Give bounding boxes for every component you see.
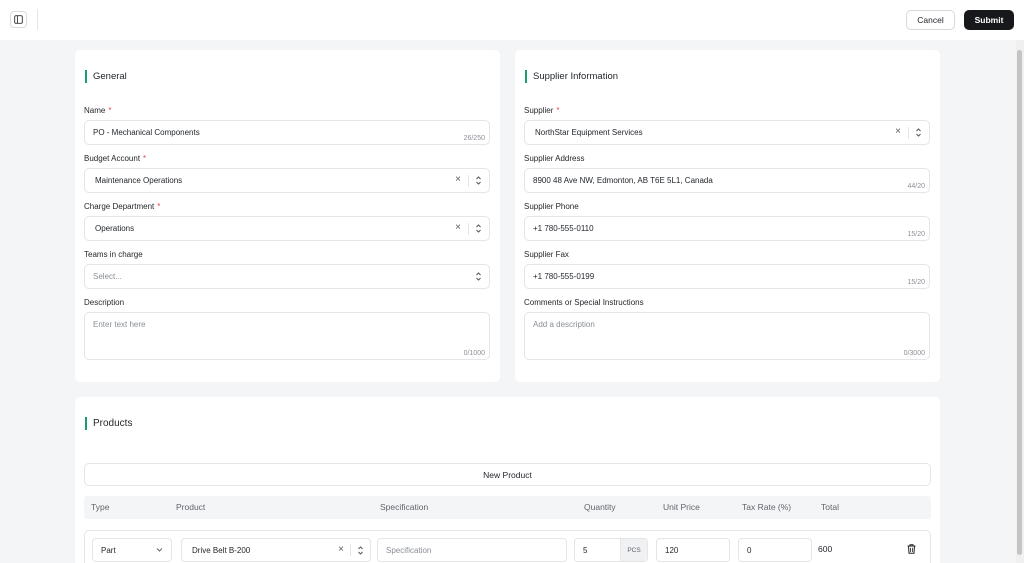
name-counter: 26/250 xyxy=(463,135,485,142)
supplier-phone-label: Supplier Phone xyxy=(524,202,579,211)
name-label: Name * xyxy=(84,106,112,115)
clear-icon[interactable]: × xyxy=(895,127,901,137)
supplier-select[interactable]: NorthStar Equipment Services × xyxy=(524,120,930,145)
budget-account-select[interactable]: Maintenance Operations × xyxy=(84,168,490,193)
required-marker: * xyxy=(108,106,112,115)
supplier-label: Supplier * xyxy=(524,106,560,115)
name-input[interactable]: PO - Mechanical Components 26/250 xyxy=(84,120,490,145)
sidebar-toggle-button[interactable] xyxy=(10,11,27,28)
chevron-updown-icon[interactable] xyxy=(357,544,364,557)
products-table-header: Type Product Specification Quantity Unit… xyxy=(84,496,931,519)
chevron-updown-icon[interactable] xyxy=(475,270,482,283)
charge-department-select[interactable]: Operations × xyxy=(84,216,490,241)
topbar-divider xyxy=(37,9,38,30)
teams-label: Teams in charge xyxy=(84,250,143,259)
cancel-button[interactable]: Cancel xyxy=(906,10,955,30)
chevron-down-icon xyxy=(156,548,163,552)
column-header-unit-price: Unit Price xyxy=(663,502,700,512)
supplier-card: Supplier Information Supplier * NorthStar… xyxy=(515,50,940,382)
supplier-phone-counter: 15/20 xyxy=(907,231,925,238)
specification-input[interactable]: Specification xyxy=(377,538,567,562)
column-header-tax-rate: Tax Rate (%) xyxy=(742,502,792,512)
comments-counter: 0/3000 xyxy=(903,350,925,357)
type-value: Part xyxy=(101,546,116,555)
supplier-fax-input[interactable]: +1 780-555-0199 15/20 xyxy=(524,264,930,289)
unit-price-value: 120 xyxy=(665,546,679,555)
product-select[interactable]: Drive Belt B-200 × xyxy=(181,538,371,562)
supplier-fax-value: +1 780-555-0199 xyxy=(533,272,595,281)
required-marker: * xyxy=(157,202,161,211)
clear-icon[interactable]: × xyxy=(455,223,461,233)
description-label: Description xyxy=(84,298,125,307)
supplier-fax-label: Supplier Fax xyxy=(524,250,569,259)
budget-account-label: Budget Account * xyxy=(84,154,147,163)
products-card: Products New Product Type Product Specif… xyxy=(75,397,940,563)
type-select[interactable]: Part xyxy=(92,538,172,562)
new-product-button[interactable]: New Product xyxy=(84,463,931,486)
total-value: 600 xyxy=(818,544,833,554)
charge-department-value: Operations xyxy=(95,224,135,233)
name-value: PO - Mechanical Components xyxy=(93,128,200,137)
teams-select[interactable]: Select... xyxy=(84,264,490,289)
trash-icon[interactable] xyxy=(907,544,916,554)
teams-placeholder: Select... xyxy=(93,272,122,281)
clear-icon[interactable]: × xyxy=(338,544,344,555)
column-header-specification: Specification xyxy=(380,502,429,512)
general-card: General Name * PO - Mechanical Components… xyxy=(75,50,500,382)
comments-label: Comments or Special Instructions xyxy=(524,298,644,307)
supplier-address-label: Supplier Address xyxy=(524,154,585,163)
clear-icon[interactable]: × xyxy=(455,175,461,185)
general-section-title: General xyxy=(85,70,127,83)
chevron-updown-icon[interactable] xyxy=(475,174,482,187)
product-value: Drive Belt B-200 xyxy=(192,546,251,555)
column-header-quantity: Quantity xyxy=(584,502,616,512)
top-bar: Cancel Submit xyxy=(0,0,1024,40)
quantity-value: 5 xyxy=(583,546,588,555)
scrollbar-thumb[interactable] xyxy=(1017,50,1022,555)
unit-label: PCS xyxy=(620,539,647,561)
required-marker: * xyxy=(556,106,560,115)
comments-placeholder: Add a description xyxy=(533,320,595,329)
description-placeholder: Enter text here xyxy=(93,320,146,329)
supplier-section-title: Supplier Information xyxy=(525,70,618,83)
description-counter: 0/1000 xyxy=(463,350,485,357)
supplier-fax-counter: 15/20 xyxy=(907,279,925,286)
chevron-updown-icon[interactable] xyxy=(475,222,482,235)
tax-rate-value: 0 xyxy=(747,546,752,555)
column-header-product: Product xyxy=(176,502,206,512)
charge-department-label: Charge Department * xyxy=(84,202,161,211)
unit-price-input[interactable]: 120 xyxy=(656,538,730,562)
submit-button[interactable]: Submit xyxy=(964,10,1014,30)
supplier-phone-input[interactable]: +1 780-555-0110 15/20 xyxy=(524,216,930,241)
supplier-address-value: 8900 48 Ave NW, Edmonton, AB T6E 5L1, Ca… xyxy=(533,176,713,185)
chevron-updown-icon[interactable] xyxy=(915,126,922,139)
table-row: Part Drive Belt B-200 × Specification 5 … xyxy=(84,530,931,563)
products-section-title: Products xyxy=(85,417,132,430)
supplier-value: NorthStar Equipment Services xyxy=(535,128,643,137)
supplier-phone-value: +1 780-555-0110 xyxy=(533,224,594,233)
supplier-address-input[interactable]: 8900 48 Ave NW, Edmonton, AB T6E 5L1, Ca… xyxy=(524,168,930,193)
quantity-input[interactable]: 5 PCS xyxy=(574,538,648,562)
specification-placeholder: Specification xyxy=(386,546,432,555)
tax-rate-input[interactable]: 0 xyxy=(738,538,812,562)
sidebar-toggle-icon xyxy=(14,15,23,24)
comments-textarea[interactable]: Add a description 0/3000 xyxy=(524,312,930,360)
required-marker: * xyxy=(143,154,147,163)
column-header-total: Total xyxy=(821,502,839,512)
supplier-address-counter: 44/20 xyxy=(907,183,925,190)
column-header-type: Type xyxy=(91,502,110,512)
description-textarea[interactable]: Enter text here 0/1000 xyxy=(84,312,490,360)
budget-account-value: Maintenance Operations xyxy=(95,176,183,185)
